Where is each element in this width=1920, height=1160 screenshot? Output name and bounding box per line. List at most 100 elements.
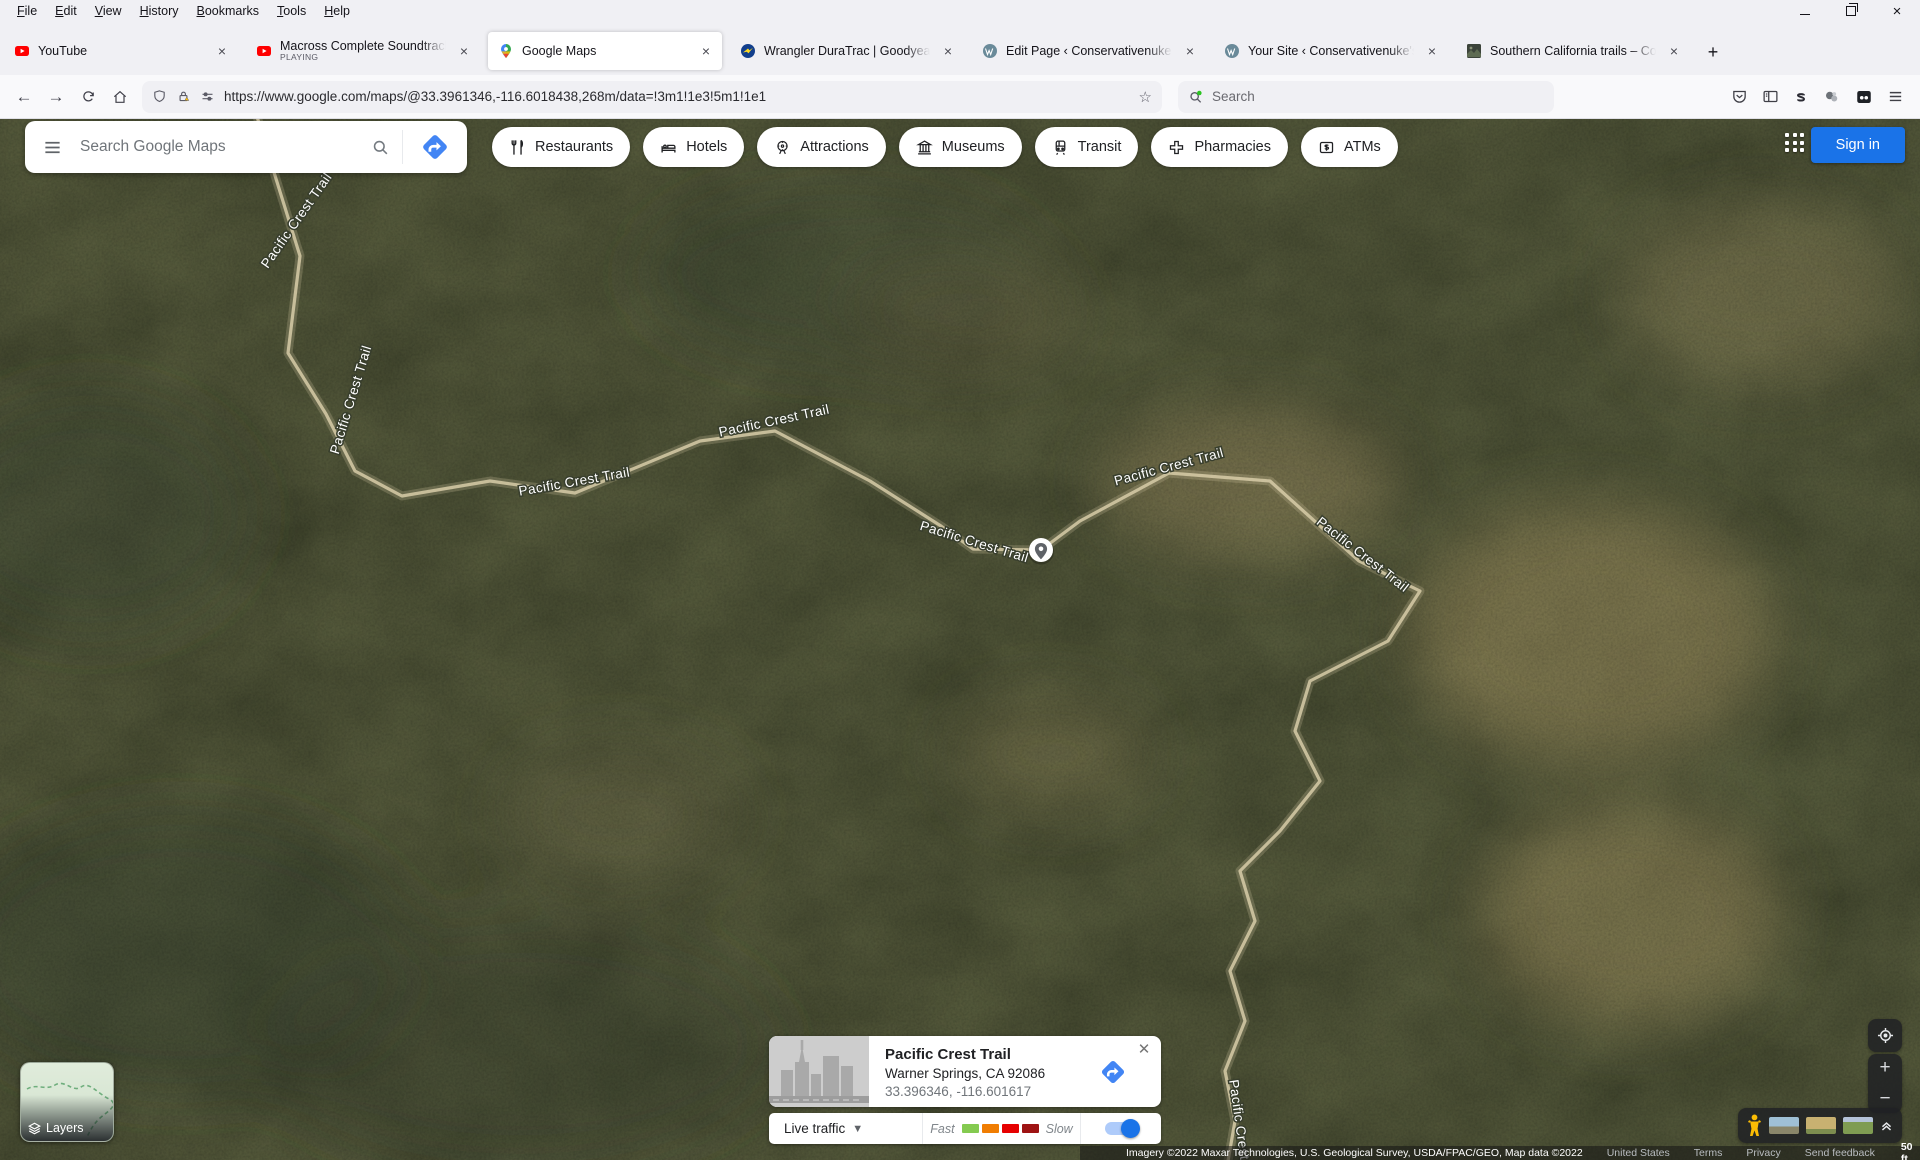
search-engine-icon <box>1188 89 1204 105</box>
imagery-thumbnail[interactable] <box>1769 1117 1799 1134</box>
traffic-fast-label: Fast <box>930 1122 954 1136</box>
traffic-layer-dropdown[interactable]: Live traffic ▼ <box>769 1121 922 1136</box>
terms-link[interactable]: Terms <box>1694 1147 1723 1159</box>
card-close-icon[interactable]: ✕ <box>1135 1040 1153 1058</box>
lock-warning-icon[interactable] <box>176 89 191 104</box>
layers-label: Layers <box>46 1121 84 1135</box>
chip-label: Museums <box>942 139 1005 155</box>
maps-search-box[interactable]: Search Google Maps <box>25 121 467 173</box>
tab-socal-trails[interactable]: Southern California trails – Cons × <box>1456 32 1690 70</box>
close-icon: × <box>1893 4 1902 19</box>
map-canvas[interactable]: Pacific Crest Trail Pacific Crest Trail … <box>0 114 1920 1160</box>
layers-button[interactable]: Layers <box>20 1062 114 1142</box>
send-feedback-link[interactable]: Send feedback <box>1805 1147 1875 1159</box>
satellite-imagery[interactable]: Pacific Crest Trail Pacific Crest Trail … <box>0 114 1920 1160</box>
new-tab-button[interactable]: + <box>1698 37 1728 67</box>
chip-pharmacies[interactable]: Pharmacies <box>1151 127 1288 167</box>
url-text[interactable]: https://www.google.com/maps/@33.3961346,… <box>224 89 1130 104</box>
window-controls: × <box>1782 0 1920 22</box>
reload-button[interactable] <box>72 81 104 113</box>
restaurants-icon <box>509 139 526 156</box>
directions-button[interactable] <box>403 132 467 162</box>
place-photo-placeholder <box>769 1036 869 1107</box>
attractions-icon <box>774 139 791 156</box>
hamburger-menu-icon[interactable] <box>25 138 78 157</box>
tab-close-icon[interactable]: × <box>696 41 716 61</box>
extension-molecule-icon[interactable] <box>1823 88 1841 106</box>
shield-icon[interactable] <box>152 89 167 104</box>
menu-edit[interactable]: Edit <box>46 2 86 20</box>
menu-tools[interactable]: Tools <box>268 2 315 20</box>
menu-view[interactable]: View <box>86 2 131 20</box>
tab-google-maps[interactable]: Google Maps × <box>488 32 722 70</box>
minimize-icon <box>1800 13 1810 15</box>
sidebar-icon[interactable] <box>1762 88 1779 105</box>
close-button[interactable]: × <box>1874 0 1920 22</box>
back-button[interactable]: ← <box>8 81 40 113</box>
goodyear-icon <box>740 43 756 59</box>
tab-wp-your-site[interactable]: Your Site ‹ Conservativenuke's W × <box>1214 32 1448 70</box>
search-placeholder: Search <box>1212 89 1255 104</box>
card-directions-button[interactable] <box>1099 1058 1127 1086</box>
menu-bookmarks[interactable]: Bookmarks <box>188 2 269 20</box>
tab-close-icon[interactable]: × <box>212 41 232 61</box>
privacy-link[interactable]: Privacy <box>1746 1147 1780 1159</box>
google-apps-icon[interactable] <box>1785 133 1804 152</box>
zoom-in-button[interactable]: + <box>1868 1058 1902 1078</box>
menu-file[interactable]: File <box>8 2 46 20</box>
home-icon <box>112 89 128 105</box>
tab-macross-soundtrack[interactable]: Macross Complete Soundtrack ( PLAYING × <box>246 32 480 70</box>
imagery-thumbnail[interactable] <box>1806 1117 1836 1134</box>
app-menu-icon[interactable] <box>1887 88 1904 105</box>
toolbar-extensions <box>1731 88 1912 106</box>
collapse-chevrons-icon[interactable] <box>1880 1119 1893 1132</box>
traffic-legend: Fast Slow <box>922 1113 1081 1144</box>
pocket-icon[interactable] <box>1731 88 1748 105</box>
directions-icon <box>420 132 450 162</box>
wordpress-icon <box>982 43 998 59</box>
traffic-toggle[interactable] <box>1105 1122 1137 1135</box>
chip-attractions[interactable]: Attractions <box>757 127 886 167</box>
chip-hotels[interactable]: Hotels <box>643 127 744 167</box>
extension-s-icon[interactable] <box>1793 89 1809 105</box>
tab-wp-edit-page[interactable]: Edit Page ‹ Conservativenuke's W × <box>972 32 1206 70</box>
minimize-button[interactable] <box>1782 0 1828 22</box>
youtube-icon <box>256 43 272 59</box>
browser-search-field[interactable]: Search <box>1178 81 1554 113</box>
my-location-icon <box>1876 1026 1895 1045</box>
chip-restaurants[interactable]: Restaurants <box>492 127 630 167</box>
forward-button[interactable]: → <box>40 81 72 113</box>
my-location-button[interactable] <box>1868 1019 1902 1052</box>
tab-media-status[interactable]: PLAYING <box>280 53 446 63</box>
bookmark-star-icon[interactable]: ☆ <box>1139 88 1152 106</box>
search-icon[interactable] <box>359 138 402 157</box>
menu-help[interactable]: Help <box>315 2 359 20</box>
tab-close-icon[interactable]: × <box>454 41 474 61</box>
tab-goodyear[interactable]: Wrangler DuraTrac | Goodyear Ti × <box>730 32 964 70</box>
tab-close-icon[interactable]: × <box>1422 41 1442 61</box>
menu-history[interactable]: History <box>131 2 188 20</box>
restore-button[interactable] <box>1828 0 1874 22</box>
chip-transit[interactable]: Transit <box>1035 127 1139 167</box>
tab-title: Wrangler DuraTrac | Goodyear Ti <box>764 44 930 58</box>
chip-label: Transit <box>1078 139 1122 155</box>
extension-dark-icon[interactable] <box>1855 88 1873 106</box>
zoom-out-button[interactable]: − <box>1868 1089 1902 1109</box>
pegman-icon[interactable] <box>1747 1114 1762 1137</box>
wordpress-icon <box>1224 43 1240 59</box>
sign-in-button[interactable]: Sign in <box>1811 127 1905 163</box>
tab-close-icon[interactable]: × <box>1664 41 1684 61</box>
tab-title: Southern California trails – Cons <box>1490 44 1656 58</box>
tab-youtube[interactable]: YouTube × <box>4 32 238 70</box>
chip-museums[interactable]: Museums <box>899 127 1022 167</box>
chip-atms[interactable]: ATMs <box>1301 127 1398 167</box>
home-button[interactable] <box>104 81 136 113</box>
menu-bar: File Edit View History Bookmarks Tools H… <box>0 0 1920 22</box>
tab-close-icon[interactable]: × <box>938 41 958 61</box>
imagery-thumbnail[interactable] <box>1843 1117 1873 1134</box>
place-info-card[interactable]: Pacific Crest Trail Warner Springs, CA 9… <box>769 1036 1161 1107</box>
tab-close-icon[interactable]: × <box>1180 41 1200 61</box>
url-bar[interactable]: https://www.google.com/maps/@33.3961346,… <box>142 81 1162 113</box>
maps-search-placeholder[interactable]: Search Google Maps <box>80 138 359 156</box>
permissions-icon[interactable] <box>200 89 215 104</box>
